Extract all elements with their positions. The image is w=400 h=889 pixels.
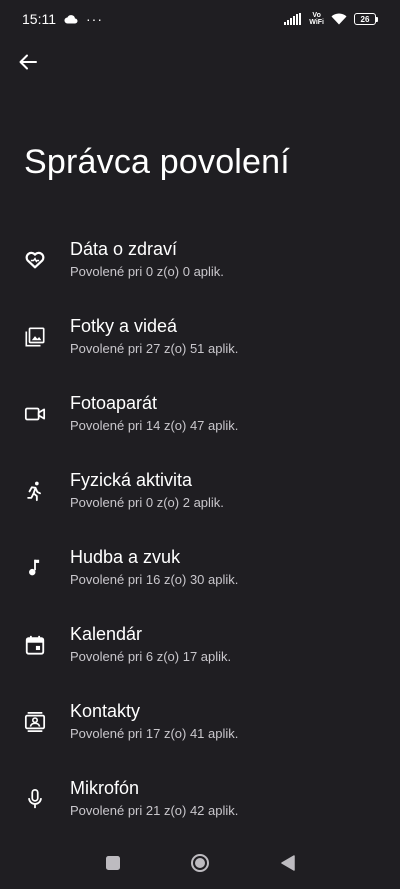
item-subtitle: Povolené pri 27 z(o) 51 aplik.	[70, 341, 239, 356]
item-subtitle: Povolené pri 6 z(o) 17 aplik.	[70, 649, 232, 664]
back-nav-button[interactable]	[279, 853, 297, 873]
item-title: Kalendár	[70, 624, 143, 644]
item-title: Kontakty	[70, 701, 141, 721]
status-time: 15:11	[22, 11, 56, 27]
photos-icon	[25, 326, 45, 347]
item-title: Mikrofón	[70, 778, 140, 798]
item-subtitle: Povolené pri 21 z(o) 42 aplik.	[70, 803, 239, 818]
list-item-camera[interactable]: Fotoaparát Povolené pri 14 z(o) 47 aplik…	[0, 375, 400, 452]
square-icon	[106, 856, 120, 870]
list-item-physical-activity[interactable]: Fyzická aktivita Povolené pri 0 z(o) 2 a…	[0, 452, 400, 529]
vowifi-indicator: Vo WiFi	[309, 12, 324, 26]
item-title: Dáta o zdraví	[70, 239, 178, 259]
triangle-back-icon	[281, 855, 295, 871]
item-title: Fotoaparát	[70, 393, 158, 413]
permission-list: Dáta o zdraví Povolené pri 0 z(o) 0 apli…	[0, 221, 400, 837]
item-subtitle: Povolené pri 0 z(o) 0 aplik.	[70, 264, 224, 279]
home-button[interactable]	[189, 852, 211, 874]
item-subtitle: Povolené pri 0 z(o) 2 aplik.	[70, 495, 224, 510]
battery-level: 26	[354, 13, 376, 25]
navigation-bar	[0, 839, 400, 889]
cloud-icon	[64, 15, 78, 24]
calendar-icon	[25, 635, 45, 655]
recent-apps-button[interactable]	[103, 853, 123, 873]
list-item-microphone[interactable]: Mikrofón Povolené pri 21 z(o) 42 aplik.	[0, 760, 400, 837]
list-item-calendar[interactable]: Kalendár Povolené pri 6 z(o) 17 aplik.	[0, 606, 400, 683]
list-item-health[interactable]: Dáta o zdraví Povolené pri 0 z(o) 0 apli…	[0, 221, 400, 298]
camera-icon	[24, 407, 46, 420]
page-title: Správca povolení	[24, 143, 290, 181]
item-subtitle: Povolené pri 17 z(o) 41 aplik.	[70, 726, 239, 741]
more-notifications-icon: ···	[86, 11, 103, 27]
battery-icon: 26	[354, 13, 378, 25]
status-bar: 15:11 ··· Vo WiFi 26	[0, 0, 400, 38]
item-title: Fotky a videá	[70, 316, 178, 336]
wifi-icon	[331, 13, 347, 25]
microphone-icon	[28, 788, 42, 808]
arrow-back-icon	[19, 54, 37, 70]
list-item-music[interactable]: Hudba a zvuk Povolené pri 16 z(o) 30 apl…	[0, 529, 400, 606]
signal-icon	[284, 13, 302, 25]
activity-icon	[27, 481, 41, 501]
music-icon	[29, 559, 40, 575]
contacts-icon	[24, 711, 46, 732]
item-title: Hudba a zvuk	[70, 547, 181, 567]
item-title: Fyzická aktivita	[70, 470, 193, 490]
back-button[interactable]	[14, 48, 42, 76]
item-subtitle: Povolené pri 14 z(o) 47 aplik.	[70, 418, 239, 433]
health-icon	[25, 251, 45, 268]
home-circle-icon	[191, 854, 209, 872]
item-subtitle: Povolené pri 16 z(o) 30 aplik.	[70, 572, 239, 587]
list-item-contacts[interactable]: Kontakty Povolené pri 17 z(o) 41 aplik.	[0, 683, 400, 760]
list-item-photos[interactable]: Fotky a videá Povolené pri 27 z(o) 51 ap…	[0, 298, 400, 375]
